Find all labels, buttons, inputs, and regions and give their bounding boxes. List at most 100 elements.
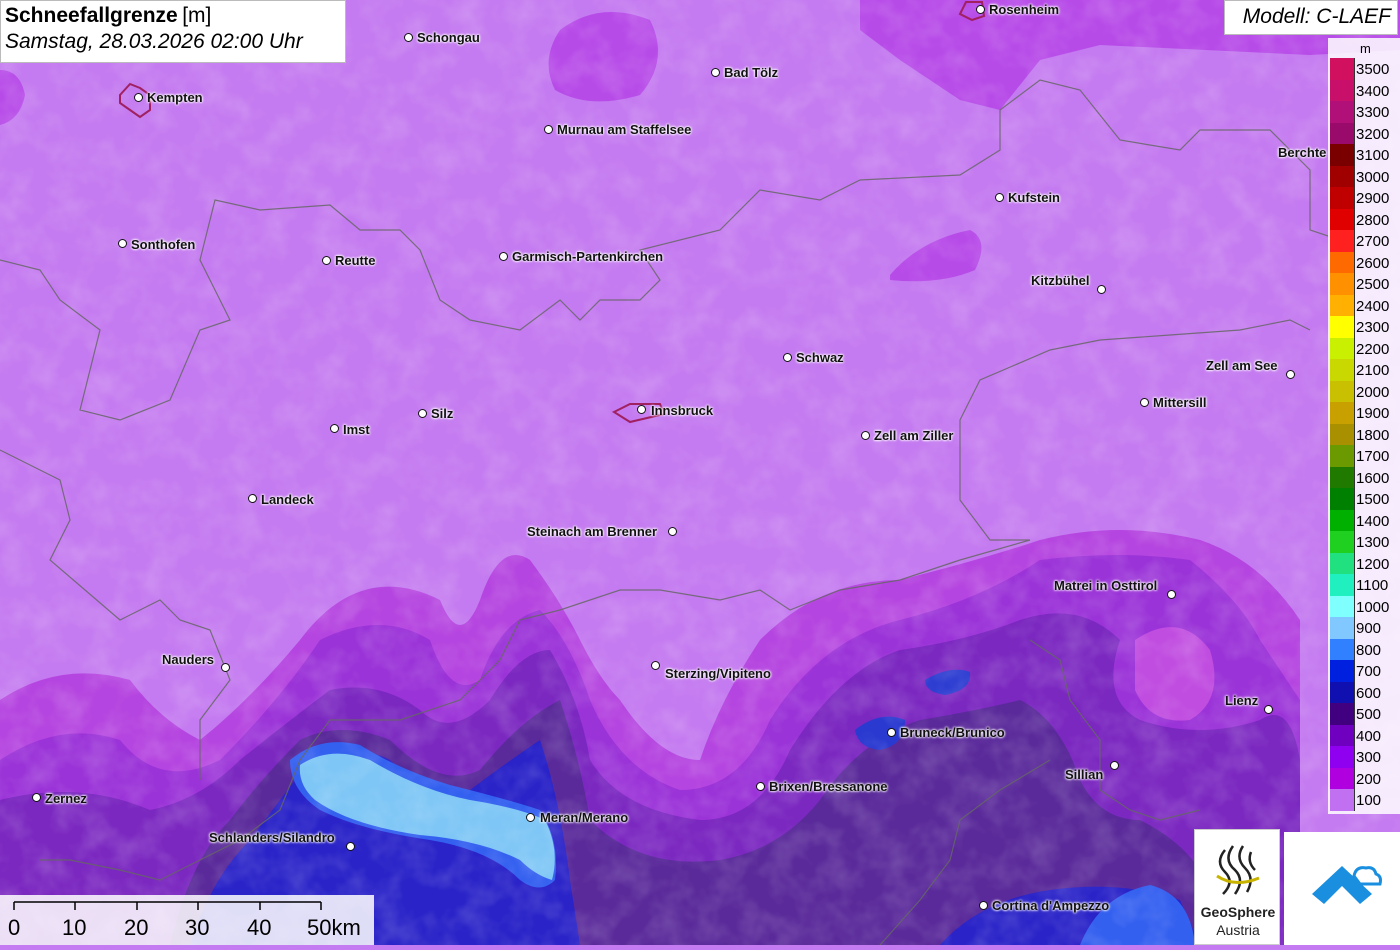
city-marker-dot[interactable]	[861, 431, 870, 440]
terrain-relief	[0, 0, 1400, 945]
city-marker-dot[interactable]	[526, 813, 535, 822]
city-label-garmisch[interactable]: Garmisch-Partenkirchen	[512, 250, 663, 263]
legend-swatch	[1330, 488, 1355, 510]
city-marker-dot[interactable]	[1167, 590, 1176, 599]
city-marker-dot[interactable]	[756, 782, 765, 791]
legend-swatch	[1330, 595, 1355, 617]
legend-label: 700	[1356, 663, 1382, 680]
legend-label: 1700	[1356, 448, 1390, 465]
city-label-kufstein[interactable]: Kufstein	[1008, 191, 1060, 204]
legend-label: 400	[1356, 727, 1382, 745]
city-marker-dot[interactable]	[1140, 398, 1149, 407]
city-label-silz[interactable]: Silz	[431, 407, 453, 420]
legend-label: 2100	[1356, 362, 1390, 379]
city-label-reutte[interactable]: Reutte	[335, 254, 375, 267]
city-marker-dot[interactable]	[887, 728, 896, 737]
city-marker-dot[interactable]	[1264, 705, 1273, 714]
legend-entry: 2500	[1328, 273, 1400, 295]
city-label-sillian[interactable]: Sillian	[1065, 768, 1103, 781]
legend-label: 2000	[1356, 383, 1390, 401]
city-label-schongau[interactable]: Schongau	[417, 31, 480, 44]
snowline-map[interactable]	[0, 0, 1400, 945]
city-label-bad-toelz[interactable]: Bad Tölz	[724, 66, 778, 79]
legend-swatch	[1330, 79, 1355, 101]
legend-entry: 1800	[1328, 423, 1400, 445]
city-marker-dot[interactable]	[995, 193, 1004, 202]
city-marker-dot[interactable]	[118, 239, 127, 248]
city-marker-dot[interactable]	[32, 793, 41, 802]
city-marker-dot[interactable]	[1097, 285, 1106, 294]
legend-swatch	[1330, 402, 1355, 424]
city-label-brixen[interactable]: Brixen/Bressanone	[769, 780, 888, 793]
forecast-datetime: Samstag, 28.03.2026 02:00 Uhr	[5, 30, 303, 53]
city-label-innsbruck[interactable]: Innsbruck	[651, 404, 713, 417]
city-label-schlanders[interactable]: Schlanders/Silandro	[209, 831, 335, 844]
legend-swatch	[1330, 445, 1355, 467]
city-marker-dot[interactable]	[976, 5, 985, 14]
city-marker-dot[interactable]	[418, 409, 427, 418]
city-label-murnau[interactable]: Murnau am Staffelsee	[557, 123, 691, 136]
legend-label: 2200	[1356, 340, 1390, 358]
legend-label: 1100	[1356, 577, 1389, 594]
city-label-zernez[interactable]: Zernez	[45, 792, 87, 805]
legend-swatch	[1330, 337, 1355, 359]
geosphere-logo[interactable]: GeoSphere Austria	[1194, 829, 1280, 945]
city-label-imst[interactable]: Imst	[343, 423, 370, 436]
city-label-steinach[interactable]: Steinach am Brenner	[527, 525, 657, 538]
weather-app-logo[interactable]	[1284, 832, 1400, 945]
city-label-rosenheim[interactable]: Rosenheim	[989, 3, 1059, 16]
legend-entry: 1100	[1328, 574, 1400, 596]
city-label-nauders[interactable]: Nauders	[162, 653, 214, 666]
city-label-berchtesgaden[interactable]: Berchte	[1278, 146, 1326, 159]
city-label-landeck[interactable]: Landeck	[261, 493, 314, 506]
city-marker-dot[interactable]	[544, 125, 553, 134]
city-label-schwaz[interactable]: Schwaz	[796, 351, 844, 364]
city-label-sonthofen[interactable]: Sonthofen	[131, 238, 195, 251]
city-label-cortina[interactable]: Cortina d'Ampezzo	[992, 899, 1109, 912]
city-marker-dot[interactable]	[221, 663, 230, 672]
city-label-kempten[interactable]: Kempten	[147, 91, 203, 104]
city-label-lienz[interactable]: Lienz	[1225, 694, 1258, 707]
legend-label: 3400	[1356, 82, 1390, 100]
city-label-sterzing[interactable]: Sterzing/Vipiteno	[665, 667, 771, 680]
city-label-meran[interactable]: Meran/Merano	[540, 811, 628, 824]
map-title-unit: [m]	[182, 4, 212, 27]
city-marker-dot[interactable]	[711, 68, 720, 77]
city-marker-dot[interactable]	[346, 842, 355, 851]
legend-swatch	[1330, 660, 1355, 682]
city-label-zell-am-see[interactable]: Zell am See	[1206, 359, 1278, 372]
legend-swatch	[1330, 165, 1355, 187]
legend-swatch	[1330, 294, 1355, 316]
legend-swatch	[1330, 359, 1355, 381]
city-label-matrei[interactable]: Matrei in Osttirol	[1054, 579, 1157, 592]
city-marker-dot[interactable]	[134, 93, 143, 102]
city-marker-dot[interactable]	[637, 405, 646, 414]
city-label-mittersill[interactable]: Mittersill	[1153, 396, 1206, 409]
city-marker-dot[interactable]	[322, 256, 331, 265]
city-label-kitzbuehel[interactable]: Kitzbühel	[1031, 274, 1090, 287]
city-marker-dot[interactable]	[979, 901, 988, 910]
city-marker-dot[interactable]	[651, 661, 660, 670]
legend-entry: 400	[1328, 724, 1400, 746]
legend-entry: 1000	[1328, 595, 1400, 617]
legend-label: 1400	[1356, 512, 1390, 530]
city-marker-dot[interactable]	[668, 527, 677, 536]
city-label-zell-am-ziller[interactable]: Zell am Ziller	[874, 429, 953, 442]
city-marker-dot[interactable]	[1110, 761, 1119, 770]
city-marker-dot[interactable]	[499, 252, 508, 261]
city-marker-dot[interactable]	[404, 33, 413, 42]
city-marker-dot[interactable]	[248, 494, 257, 503]
legend-entry: 3500	[1328, 58, 1400, 80]
city-label-bruneck[interactable]: Bruneck/Brunico	[900, 726, 1005, 739]
city-marker-dot[interactable]	[1286, 370, 1295, 379]
legend-label: 1900	[1356, 405, 1390, 422]
legend-entry: 1400	[1328, 509, 1400, 531]
legend-entry: 500	[1328, 703, 1400, 725]
legend-label: 3100	[1356, 147, 1390, 164]
scale-label: 0	[8, 915, 21, 940]
legend-label: 1000	[1356, 598, 1390, 616]
city-marker-dot[interactable]	[330, 424, 339, 433]
geosphere-subtitle: Austria	[1216, 922, 1260, 938]
city-marker-dot[interactable]	[783, 353, 792, 362]
legend-label: 500	[1356, 706, 1382, 723]
